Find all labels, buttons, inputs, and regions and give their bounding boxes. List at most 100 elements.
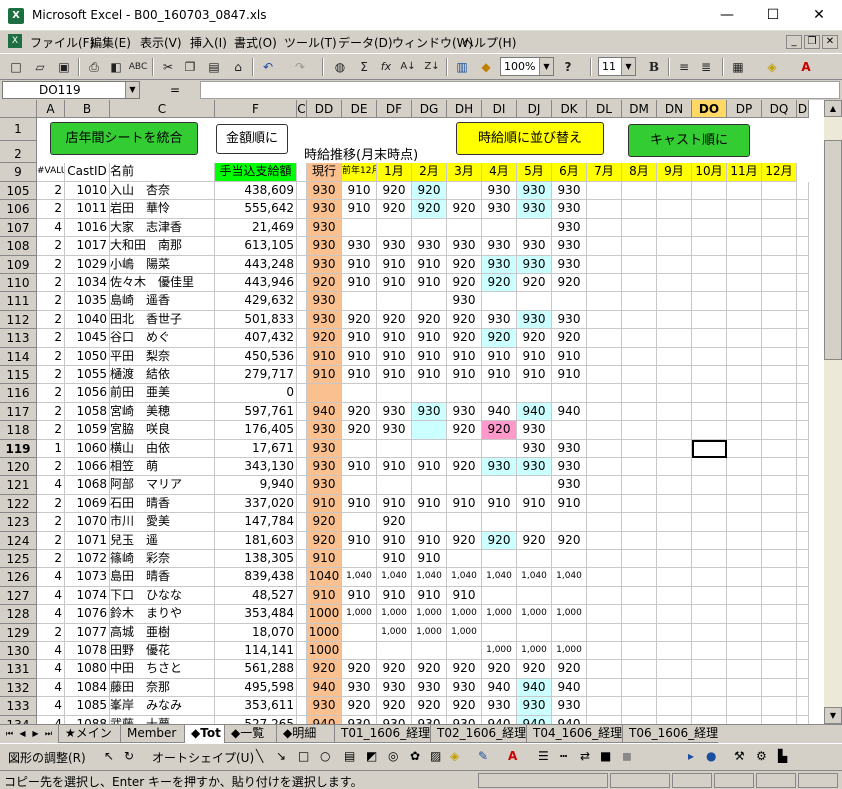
cell-month-wage[interactable]: 920	[552, 531, 587, 550]
cell-name[interactable]: 宮崎 美穂	[110, 402, 215, 422]
column-header-do[interactable]: DO	[692, 100, 727, 118]
cell-month-wage[interactable]: 920	[517, 329, 552, 348]
cell-current-wage[interactable]: 930	[307, 237, 342, 256]
cell-month-wage[interactable]: 920	[447, 200, 482, 219]
cell-month-wage[interactable]	[447, 218, 482, 238]
row-header-128[interactable]: 128	[0, 605, 37, 624]
cell-month-wage[interactable]: 910	[447, 494, 482, 514]
cell-month-wage[interactable]	[552, 384, 587, 403]
cell-empty[interactable]	[762, 310, 797, 330]
row-header-116[interactable]: 116	[0, 384, 37, 403]
cell-month-wage[interactable]: 910	[447, 366, 482, 385]
workbook-close-button[interactable]: ✕	[822, 35, 838, 49]
cell-current-wage[interactable]: 930	[307, 458, 342, 477]
cell-month-wage[interactable]	[342, 642, 377, 661]
menu-insert[interactable]: 挿入(I)	[190, 34, 227, 51]
cell-name[interactable]: 中田 ちさと	[110, 660, 215, 679]
row-header-110[interactable]: 110	[0, 274, 37, 293]
cell-empty[interactable]	[692, 255, 727, 274]
cell-month-wage[interactable]: 930	[482, 310, 517, 330]
cell-empty[interactable]	[587, 366, 622, 385]
cell-empty[interactable]	[727, 642, 762, 661]
save-icon[interactable]: ▣	[54, 58, 74, 76]
cell-month-wage[interactable]	[517, 550, 552, 569]
cell-empty[interactable]	[797, 550, 809, 569]
cell-month-wage[interactable]: 930	[517, 200, 552, 219]
cast-order-button[interactable]: キャスト順に	[628, 124, 750, 157]
cell-current-wage[interactable]: 930	[307, 310, 342, 330]
redo-icon[interactable]: ↷	[290, 58, 310, 76]
cell-empty[interactable]	[727, 513, 762, 532]
cell-empty[interactable]	[797, 292, 809, 311]
cell-empty[interactable]	[587, 678, 622, 698]
cell-empty[interactable]	[622, 678, 657, 698]
cell-month-wage[interactable]: 930	[552, 182, 587, 201]
zoom-combo[interactable]: 100% ▼	[500, 57, 554, 76]
cell-current-wage[interactable]: 910	[307, 347, 342, 366]
cell-empty[interactable]	[657, 218, 692, 238]
cell-empty[interactable]	[797, 329, 809, 348]
cell-castid[interactable]: 1066	[65, 458, 110, 477]
cell-empty[interactable]	[762, 329, 797, 348]
cell-empty[interactable]	[622, 384, 657, 403]
cell-empty[interactable]	[692, 384, 727, 403]
cell-allowance[interactable]: 17,671	[215, 439, 297, 458]
cell-empty[interactable]	[622, 347, 657, 366]
row-header-131[interactable]: 131	[0, 660, 37, 679]
cell-empty[interactable]	[622, 550, 657, 569]
cell-castid[interactable]: 1073	[65, 568, 110, 587]
row-header-106[interactable]: 106	[0, 200, 37, 219]
cell-month-wage[interactable]: 910	[377, 494, 412, 514]
cell-month-wage[interactable]: 910	[482, 494, 517, 514]
sheet-tab[interactable]: T04_1606_経理	[526, 725, 622, 743]
cell-name[interactable]: 佐々木 優佳里	[110, 274, 215, 293]
cell-current-wage[interactable]: 930	[307, 421, 342, 440]
cell-empty[interactable]	[587, 642, 622, 661]
menu-view[interactable]: 表示(V)	[140, 34, 182, 51]
cell-month-wage[interactable]: 920	[412, 660, 447, 679]
column-header-dn[interactable]: DN	[657, 100, 692, 118]
cell-empty[interactable]	[762, 274, 797, 293]
cell-castid[interactable]: 1011	[65, 200, 110, 219]
cell-empty[interactable]	[727, 678, 762, 698]
row-header-118[interactable]: 118	[0, 421, 37, 440]
cell-month-wage[interactable]: 920	[377, 182, 412, 201]
cell-castid[interactable]: 1069	[65, 494, 110, 514]
cell-month-wage[interactable]	[342, 439, 377, 458]
font-size-combo[interactable]: 11 ▼	[598, 57, 636, 76]
cell-empty[interactable]	[657, 274, 692, 293]
cell-month-wage[interactable]: 1,000	[482, 642, 517, 661]
cell-name[interactable]: 樋渡 結依	[110, 366, 215, 385]
cell-name[interactable]: 小嶋 陽菜	[110, 255, 215, 274]
cell-empty[interactable]	[657, 237, 692, 256]
cell-a[interactable]: 2	[37, 384, 65, 403]
row-header-107[interactable]: 107	[0, 218, 37, 238]
arrow-icon[interactable]: ↘	[276, 749, 286, 763]
cell-empty[interactable]	[622, 586, 657, 606]
cell-month-wage[interactable]: 910	[552, 347, 587, 366]
cell-empty[interactable]	[622, 458, 657, 477]
cell-empty[interactable]	[587, 347, 622, 366]
cell-month-wage[interactable]: 1,000	[342, 605, 377, 624]
cell-spacer[interactable]	[297, 310, 307, 330]
cell-empty[interactable]	[622, 697, 657, 716]
cell-empty[interactable]	[657, 697, 692, 716]
cell-month-wage[interactable]	[412, 384, 447, 403]
close-button[interactable]: ✕	[796, 0, 842, 31]
cell-month-wage[interactable]: 1,040	[412, 568, 447, 587]
cell-month-wage[interactable]: 920	[447, 329, 482, 348]
cell-month-wage[interactable]	[412, 476, 447, 495]
cell-empty[interactable]	[727, 586, 762, 606]
cell-month-wage[interactable]	[412, 642, 447, 661]
sheet-tab[interactable]: ◆明細	[276, 725, 334, 743]
paste-icon[interactable]: ▤	[204, 58, 224, 76]
cell-a[interactable]: 2	[37, 292, 65, 311]
cell-month-wage[interactable]: 910	[412, 347, 447, 366]
cell-empty[interactable]	[727, 476, 762, 495]
cell-empty[interactable]	[692, 347, 727, 366]
cell-empty[interactable]	[762, 200, 797, 219]
cell-month-wage[interactable]: 940	[552, 678, 587, 698]
cell-empty[interactable]	[727, 439, 762, 458]
tab-first-icon[interactable]: ⏮	[4, 727, 15, 741]
cell-month-wage[interactable]: 910	[377, 586, 412, 606]
